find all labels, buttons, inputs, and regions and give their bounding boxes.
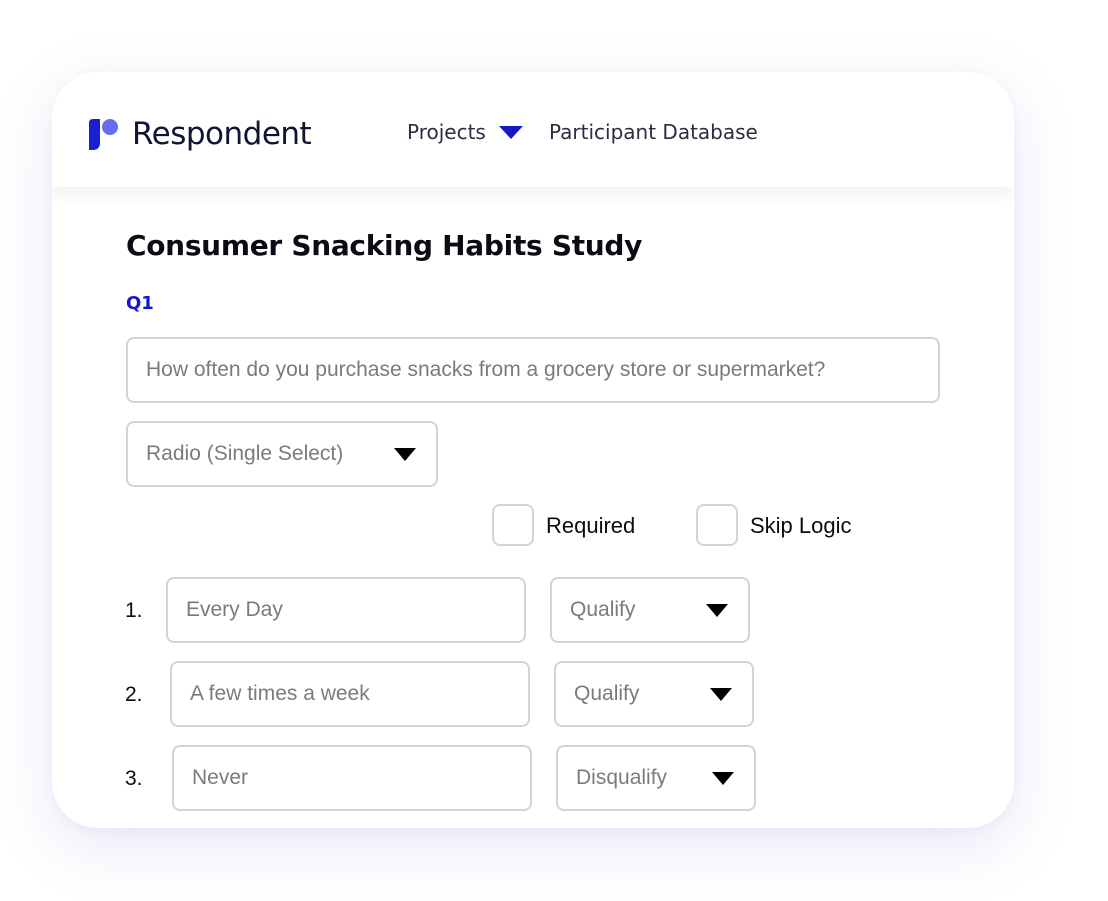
skip-logic-label: Skip Logic bbox=[750, 513, 852, 538]
required-checkbox[interactable] bbox=[492, 504, 534, 546]
caret-down-icon bbox=[710, 687, 732, 701]
nav-projects-menu[interactable]: Projects bbox=[407, 120, 524, 144]
option-logic-value: Qualify bbox=[574, 682, 640, 705]
app-window: Respondent Projects Participant Database… bbox=[52, 72, 1014, 828]
option-text-value: Never bbox=[192, 766, 249, 789]
option-logic-value: Disqualify bbox=[576, 766, 668, 789]
caret-down-icon bbox=[394, 447, 416, 461]
option-text-input[interactable]: A few times a week bbox=[170, 661, 530, 727]
nav-projects-label: Projects bbox=[407, 120, 486, 144]
question-text-input[interactable]: How often do you purchase snacks from a … bbox=[126, 337, 940, 403]
question-type-value: Radio (Single Select) bbox=[146, 442, 344, 465]
option-logic-value: Qualify bbox=[570, 598, 636, 621]
nav-participant-database-link[interactable]: Participant Database bbox=[549, 120, 758, 144]
option-text-value: Every Day bbox=[186, 598, 283, 621]
option-logic-select[interactable]: Qualify bbox=[550, 577, 750, 643]
respondent-logo-icon bbox=[89, 119, 118, 150]
required-label: Required bbox=[546, 513, 636, 538]
brand-name: Respondent bbox=[132, 116, 312, 152]
nav-participant-database-label: Participant Database bbox=[549, 120, 758, 144]
option-logic-select[interactable]: Disqualify bbox=[556, 745, 756, 811]
option-logic-select[interactable]: Qualify bbox=[554, 661, 754, 727]
page-title: Consumer Snacking Habits Study bbox=[126, 229, 643, 262]
question-text-value: How often do you purchase snacks from a … bbox=[146, 358, 826, 381]
option-number: 1. bbox=[125, 599, 143, 622]
option-number: 2. bbox=[125, 683, 143, 706]
option-text-input[interactable]: Never bbox=[172, 745, 532, 811]
page-background: Respondent Projects Participant Database… bbox=[0, 0, 1108, 901]
option-text-value: A few times a week bbox=[190, 682, 370, 705]
caret-down-icon bbox=[712, 771, 734, 785]
skip-logic-checkbox[interactable] bbox=[696, 504, 738, 546]
caret-down-icon bbox=[498, 126, 523, 139]
option-text-input[interactable]: Every Day bbox=[166, 577, 526, 643]
brand[interactable]: Respondent bbox=[86, 116, 312, 152]
caret-down-icon bbox=[706, 603, 728, 617]
option-number: 3. bbox=[125, 767, 143, 790]
question-type-select[interactable]: Radio (Single Select) bbox=[126, 421, 438, 487]
question-number-label: Q1 bbox=[126, 293, 154, 314]
top-navbar: Respondent Projects Participant Database bbox=[52, 72, 1014, 187]
study-editor: Consumer Snacking Habits Study Q1 How of… bbox=[52, 187, 1014, 828]
